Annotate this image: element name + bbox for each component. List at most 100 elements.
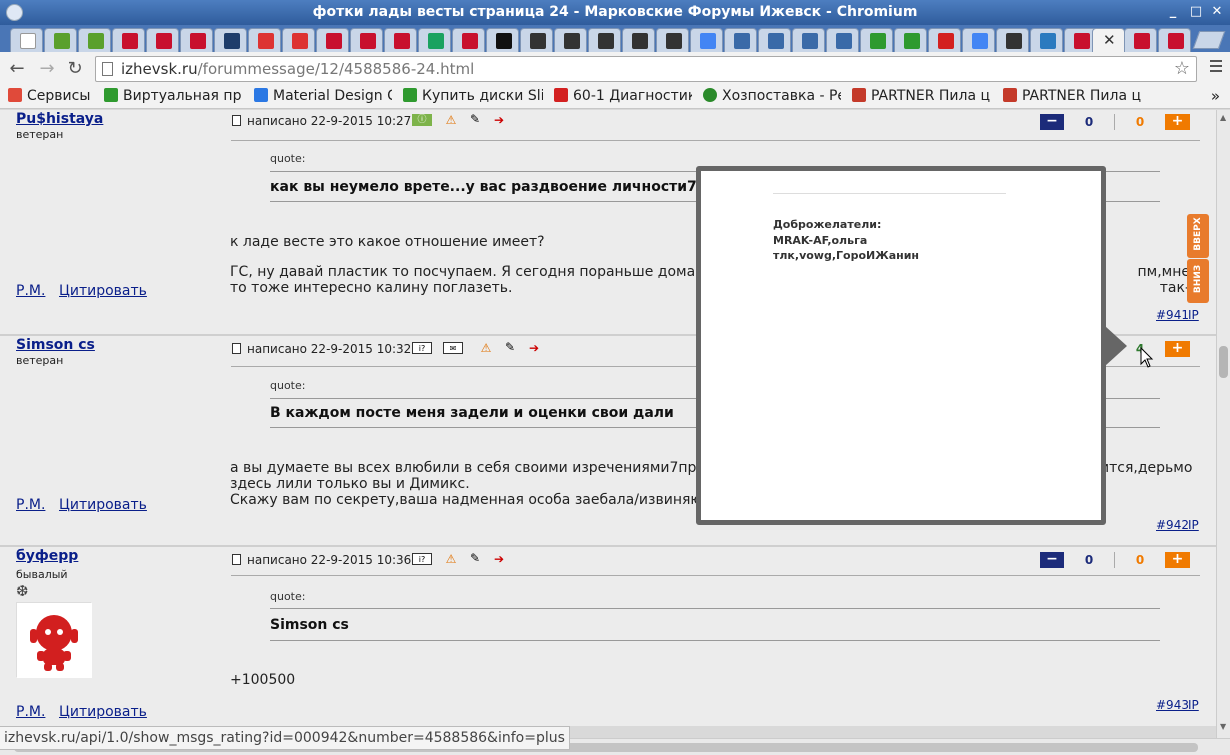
post-author[interactable]: буферр: [16, 548, 78, 564]
post-number-link[interactable]: #942: [1156, 518, 1189, 532]
warning-icon[interactable]: ⚠: [441, 114, 461, 126]
vertical-scrollbar[interactable]: ▲ ▼: [1216, 110, 1230, 738]
browser-tab[interactable]: [554, 28, 587, 52]
browser-tab[interactable]: [10, 28, 43, 52]
bookmark-item[interactable]: 60-1 Диагностика: [554, 88, 692, 104]
reply-icon[interactable]: ➔: [524, 342, 544, 354]
ip-link[interactable]: IP: [1188, 698, 1199, 712]
browser-tab[interactable]: [452, 28, 485, 52]
active-tab[interactable]: ✕: [1092, 28, 1125, 53]
browser-tab[interactable]: [928, 28, 961, 52]
browser-tab[interactable]: [520, 28, 553, 52]
browser-tab[interactable]: [588, 28, 621, 52]
profile-card-icon[interactable]: i?: [412, 553, 432, 565]
browser-tab[interactable]: [792, 28, 825, 52]
browser-tab[interactable]: [418, 28, 451, 52]
browser-tab[interactable]: [384, 28, 417, 52]
post-number-link[interactable]: #941: [1156, 308, 1189, 322]
browser-tab[interactable]: [962, 28, 995, 52]
reply-icon[interactable]: ➔: [489, 553, 509, 565]
scrollbar-thumb[interactable]: [1219, 346, 1228, 378]
warning-icon[interactable]: ⚠: [476, 342, 496, 354]
bookmark-star-icon[interactable]: ☆: [1174, 57, 1190, 81]
browser-tab[interactable]: [112, 28, 145, 52]
menu-icon[interactable]: [1210, 60, 1222, 75]
bookmark-item[interactable]: Виртуальная при: [104, 88, 242, 104]
scroll-down-button[interactable]: ВНИЗ: [1187, 259, 1209, 303]
browser-tab[interactable]: [214, 28, 247, 52]
browser-tab[interactable]: [996, 28, 1029, 52]
browser-tab[interactable]: [316, 28, 349, 52]
bookmark-item[interactable]: PARTNER Пила ц: [852, 88, 992, 104]
edit-icon[interactable]: ✎: [465, 113, 485, 125]
pm-link[interactable]: Р.М.: [16, 497, 45, 513]
browser-tab[interactable]: [350, 28, 383, 52]
rating-negative[interactable]: 0: [1064, 114, 1115, 130]
bookmark-item[interactable]: Material Design C: [254, 88, 392, 104]
rate-minus-button[interactable]: −: [1040, 114, 1064, 130]
new-tab-button[interactable]: [1192, 31, 1226, 49]
browser-tab[interactable]: [826, 28, 859, 52]
browser-tab[interactable]: [78, 28, 111, 52]
ip-link[interactable]: IP: [1188, 308, 1199, 322]
rate-plus-button[interactable]: +: [1165, 114, 1190, 130]
profile-card-icon[interactable]: ⓘ: [412, 114, 432, 126]
cite-link[interactable]: Цитировать: [59, 497, 147, 513]
scroll-up-button[interactable]: ВВЕРХ: [1187, 214, 1209, 258]
bookmark-item[interactable]: Сервисы: [8, 88, 90, 104]
post-author[interactable]: Simson cs: [16, 337, 95, 353]
m-icon: [666, 33, 682, 49]
bookmark-item[interactable]: Купить диски Slik: [403, 88, 543, 104]
browser-tab[interactable]: [1158, 28, 1191, 52]
browser-tab[interactable]: [894, 28, 927, 52]
rating-positive[interactable]: 0: [1116, 552, 1164, 568]
browser-tab[interactable]: [1124, 28, 1157, 52]
rate-plus-button[interactable]: +: [1165, 552, 1190, 568]
cite-link[interactable]: Цитировать: [59, 704, 147, 720]
browser-tab[interactable]: [724, 28, 757, 52]
rating-negative[interactable]: 0: [1064, 552, 1115, 568]
browser-tab[interactable]: [44, 28, 77, 52]
profile-card-icon[interactable]: i?: [412, 342, 432, 354]
pm-link[interactable]: Р.М.: [16, 704, 45, 720]
browser-tab[interactable]: [146, 28, 179, 52]
maximize-button[interactable]: □: [1187, 3, 1205, 21]
edit-icon[interactable]: ✎: [500, 341, 520, 353]
post-number-link[interactable]: #943: [1156, 698, 1189, 712]
m-icon: [530, 33, 546, 49]
browser-tab[interactable]: [656, 28, 689, 52]
rating-positive[interactable]: 0: [1116, 114, 1164, 130]
browser-tab[interactable]: [180, 28, 213, 52]
reload-button[interactable]: ↻: [64, 58, 86, 80]
message-icon[interactable]: ✉: [443, 342, 463, 354]
ip-link[interactable]: IP: [1188, 518, 1199, 532]
pm-link[interactable]: Р.М.: [16, 283, 45, 299]
post-author[interactable]: Pu$histaya: [16, 111, 103, 127]
forward-button[interactable]: →: [36, 58, 58, 80]
scroll-down-arrow-icon[interactable]: ▼: [1220, 722, 1226, 731]
cite-link[interactable]: Цитировать: [59, 283, 147, 299]
edit-icon[interactable]: ✎: [465, 552, 485, 564]
close-tab-icon[interactable]: ✕: [1103, 31, 1116, 49]
bookmarks-more-icon[interactable]: »: [1211, 87, 1220, 105]
back-button[interactable]: ←: [6, 58, 28, 80]
browser-tab[interactable]: [622, 28, 655, 52]
browser-tab[interactable]: [860, 28, 893, 52]
browser-tab[interactable]: [282, 28, 315, 52]
address-bar[interactable]: izhevsk.ru/forummessage/12/4588586-24.ht…: [95, 56, 1197, 82]
minimize-button[interactable]: _: [1164, 3, 1182, 21]
scroll-up-arrow-icon[interactable]: ▲: [1220, 113, 1226, 122]
bookmark-item[interactable]: Хозпоставка - Ре: [703, 88, 841, 104]
browser-tab[interactable]: [1030, 28, 1063, 52]
browser-tab[interactable]: [248, 28, 281, 52]
rate-plus-button[interactable]: +: [1165, 341, 1190, 357]
rate-minus-button[interactable]: −: [1040, 552, 1064, 568]
browser-tab[interactable]: [758, 28, 791, 52]
browser-tab[interactable]: [690, 28, 723, 52]
zp-icon: [554, 88, 568, 102]
bookmark-item[interactable]: PARTNER Пила ц: [1003, 88, 1141, 104]
warning-icon[interactable]: ⚠: [441, 553, 461, 565]
browser-tab[interactable]: [486, 28, 519, 52]
close-window-button[interactable]: ✕: [1208, 3, 1226, 21]
reply-icon[interactable]: ➔: [489, 114, 509, 126]
